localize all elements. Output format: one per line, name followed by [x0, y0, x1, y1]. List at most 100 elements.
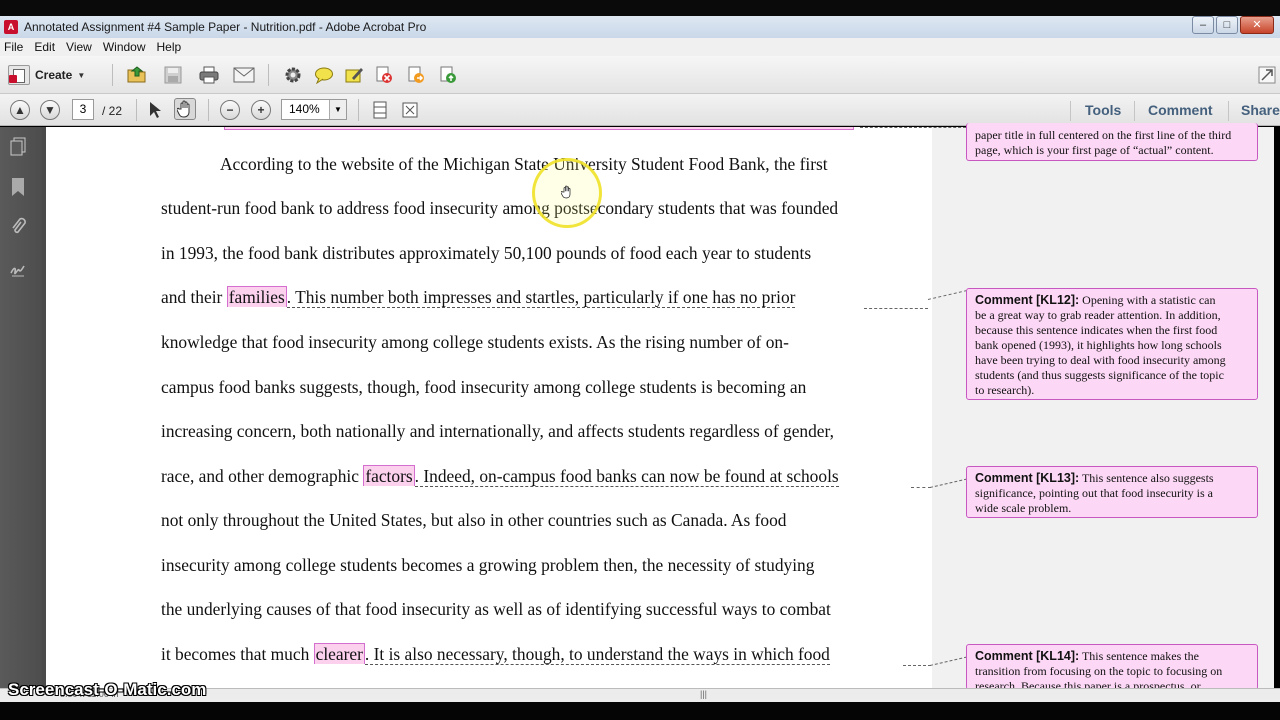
- fit-page-icon[interactable]: [369, 99, 391, 121]
- line-text: increasing concern, both nationally and …: [161, 421, 834, 441]
- page-thumbnails-icon[interactable]: [9, 137, 27, 157]
- chevron-down-icon[interactable]: ▼: [329, 100, 346, 119]
- window-controls: – □ ✕: [1192, 16, 1274, 34]
- comment-kl14[interactable]: Comment [KL14]: This sentence makes the …: [966, 644, 1258, 690]
- signatures-icon[interactable]: [9, 258, 27, 278]
- page-count: / 22: [102, 104, 123, 118]
- paragraph-line: campus food banks suggests, though, food…: [161, 377, 806, 398]
- hand-cursor-icon: [560, 185, 573, 202]
- comment-connector: [864, 308, 928, 309]
- window-title: Annotated Assignment #4 Sample Paper - N…: [24, 20, 427, 34]
- line-text: not only throughout the United States, b…: [161, 510, 787, 530]
- bookmarks-icon[interactable]: [9, 177, 27, 197]
- comment-connector: [860, 127, 966, 128]
- paragraph-line: increasing concern, both nationally and …: [161, 421, 834, 442]
- comment-id: Comment [KL13]:: [975, 471, 1080, 485]
- comment-text: students (and thus suggests significance…: [975, 368, 1224, 382]
- paragraph-line: race, and other demographic factors. Ind…: [161, 465, 839, 487]
- menu-edit[interactable]: Edit: [34, 40, 55, 54]
- share-pane-link[interactable]: Share: [1241, 102, 1280, 118]
- share-icon[interactable]: [437, 64, 459, 86]
- highlighted-text[interactable]: clearer: [313, 643, 365, 664]
- title-bar: A Annotated Assignment #4 Sample Paper -…: [0, 16, 1280, 38]
- paragraph-line: and their families. This number both imp…: [161, 286, 796, 308]
- comment-connector: [911, 487, 931, 488]
- menu-file[interactable]: File: [4, 40, 23, 54]
- main-toolbar: Create ▼: [0, 56, 1280, 94]
- paragraph-line: knowledge that food insecurity among col…: [161, 332, 789, 353]
- collapse-icon[interactable]: [1256, 64, 1278, 86]
- chevron-down-icon: ▼: [77, 70, 86, 80]
- comment-kl12[interactable]: Comment [KL12]: Opening with a statistic…: [966, 288, 1258, 400]
- highlighted-text[interactable]: factors: [363, 465, 415, 486]
- fit-width-icon[interactable]: [399, 99, 421, 121]
- line-text: campus food banks suggests, though, food…: [161, 377, 807, 397]
- zoom-in-icon[interactable]: +: [251, 100, 271, 120]
- paragraph-line: insecurity among college students become…: [161, 555, 814, 576]
- secure-icon[interactable]: [373, 64, 395, 86]
- email-icon[interactable]: [233, 64, 255, 86]
- gear-icon[interactable]: [282, 64, 304, 86]
- minimize-button[interactable]: –: [1192, 16, 1214, 34]
- comment-kl13[interactable]: Comment [KL13]: This sentence also sugge…: [966, 466, 1258, 518]
- hand-tool-icon[interactable]: [174, 98, 196, 120]
- attachments-icon[interactable]: [9, 217, 27, 237]
- zoom-out-icon[interactable]: −: [220, 100, 240, 120]
- toolbar-divider: [136, 99, 137, 121]
- menu-window[interactable]: Window: [103, 40, 146, 54]
- pane-divider: [1134, 101, 1135, 121]
- create-label: Create: [35, 68, 73, 82]
- line-text: insecurity among college students become…: [161, 555, 815, 575]
- tools-pane-link[interactable]: Tools: [1085, 102, 1121, 118]
- comment-text: be a great way to grab reader attention.…: [975, 308, 1221, 322]
- acrobat-icon: A: [4, 20, 18, 34]
- comment-text: This sentence also suggests: [1079, 471, 1214, 485]
- toolbar-divider: [268, 64, 269, 86]
- paragraph-line: in 1993, the food bank distributes appro…: [161, 243, 811, 264]
- page-number-input[interactable]: 3: [72, 99, 94, 120]
- paragraph-line: it becomes that much clearer. It is also…: [161, 643, 830, 665]
- splitter-handle[interactable]: |||: [700, 689, 707, 699]
- select-tool-icon[interactable]: [144, 99, 166, 121]
- comment-text: paper title in full centered on the firs…: [975, 128, 1232, 142]
- print-icon[interactable]: [198, 64, 220, 86]
- comment-text: because this sentence indicates when the…: [975, 323, 1218, 337]
- save-icon[interactable]: [162, 64, 184, 86]
- toolbar-divider: [208, 99, 209, 121]
- comment-id: Comment [KL14]:: [975, 649, 1080, 663]
- line-text: . Indeed, on-campus food banks can now b…: [414, 466, 839, 487]
- menu-view[interactable]: View: [66, 40, 92, 54]
- previous-line-highlight: [224, 127, 854, 130]
- pane-divider: [1228, 101, 1229, 121]
- paragraph-line: the underlying causes of that food insec…: [161, 599, 831, 620]
- next-page-icon[interactable]: ▼: [40, 100, 60, 120]
- screen-bottom-strip: [0, 702, 1280, 720]
- comment-text: have been trying to deal with food insec…: [975, 353, 1226, 367]
- highlight-icon[interactable]: [343, 64, 365, 86]
- export-icon[interactable]: [405, 64, 427, 86]
- menu-help[interactable]: Help: [157, 40, 182, 54]
- line-text: . This number both impresses and startle…: [286, 287, 796, 308]
- pane-divider: [1070, 101, 1071, 121]
- menu-bar: File Edit View Window Help: [0, 38, 1280, 56]
- create-icon: [8, 65, 30, 85]
- maximize-button[interactable]: □: [1216, 16, 1238, 34]
- line-text: in 1993, the food bank distributes appro…: [161, 243, 812, 263]
- paragraph-line: not only throughout the United States, b…: [161, 510, 787, 531]
- create-button[interactable]: Create ▼: [8, 64, 85, 86]
- highlighted-text[interactable]: families: [226, 286, 287, 307]
- annotation-margin: [932, 127, 1274, 688]
- comment-pane-link[interactable]: Comment: [1148, 102, 1213, 118]
- watermark: Screencast-O-Matic.com: [8, 680, 207, 699]
- comment-note[interactable]: paper title in full centered on the firs…: [966, 123, 1258, 161]
- comment-icon[interactable]: [313, 64, 335, 86]
- zoom-select[interactable]: 140% ▼: [281, 99, 347, 120]
- comment-text: This sentence makes the: [1079, 649, 1199, 663]
- previous-page-icon[interactable]: ▲: [10, 100, 30, 120]
- toolbar-divider: [358, 99, 359, 121]
- comment-text: Opening with a statistic can: [1079, 293, 1216, 307]
- comment-id: Comment [KL12]:: [975, 293, 1080, 307]
- line-text: According to the website of the Michigan…: [220, 154, 828, 174]
- open-icon[interactable]: [126, 64, 148, 86]
- close-button[interactable]: ✕: [1240, 16, 1274, 34]
